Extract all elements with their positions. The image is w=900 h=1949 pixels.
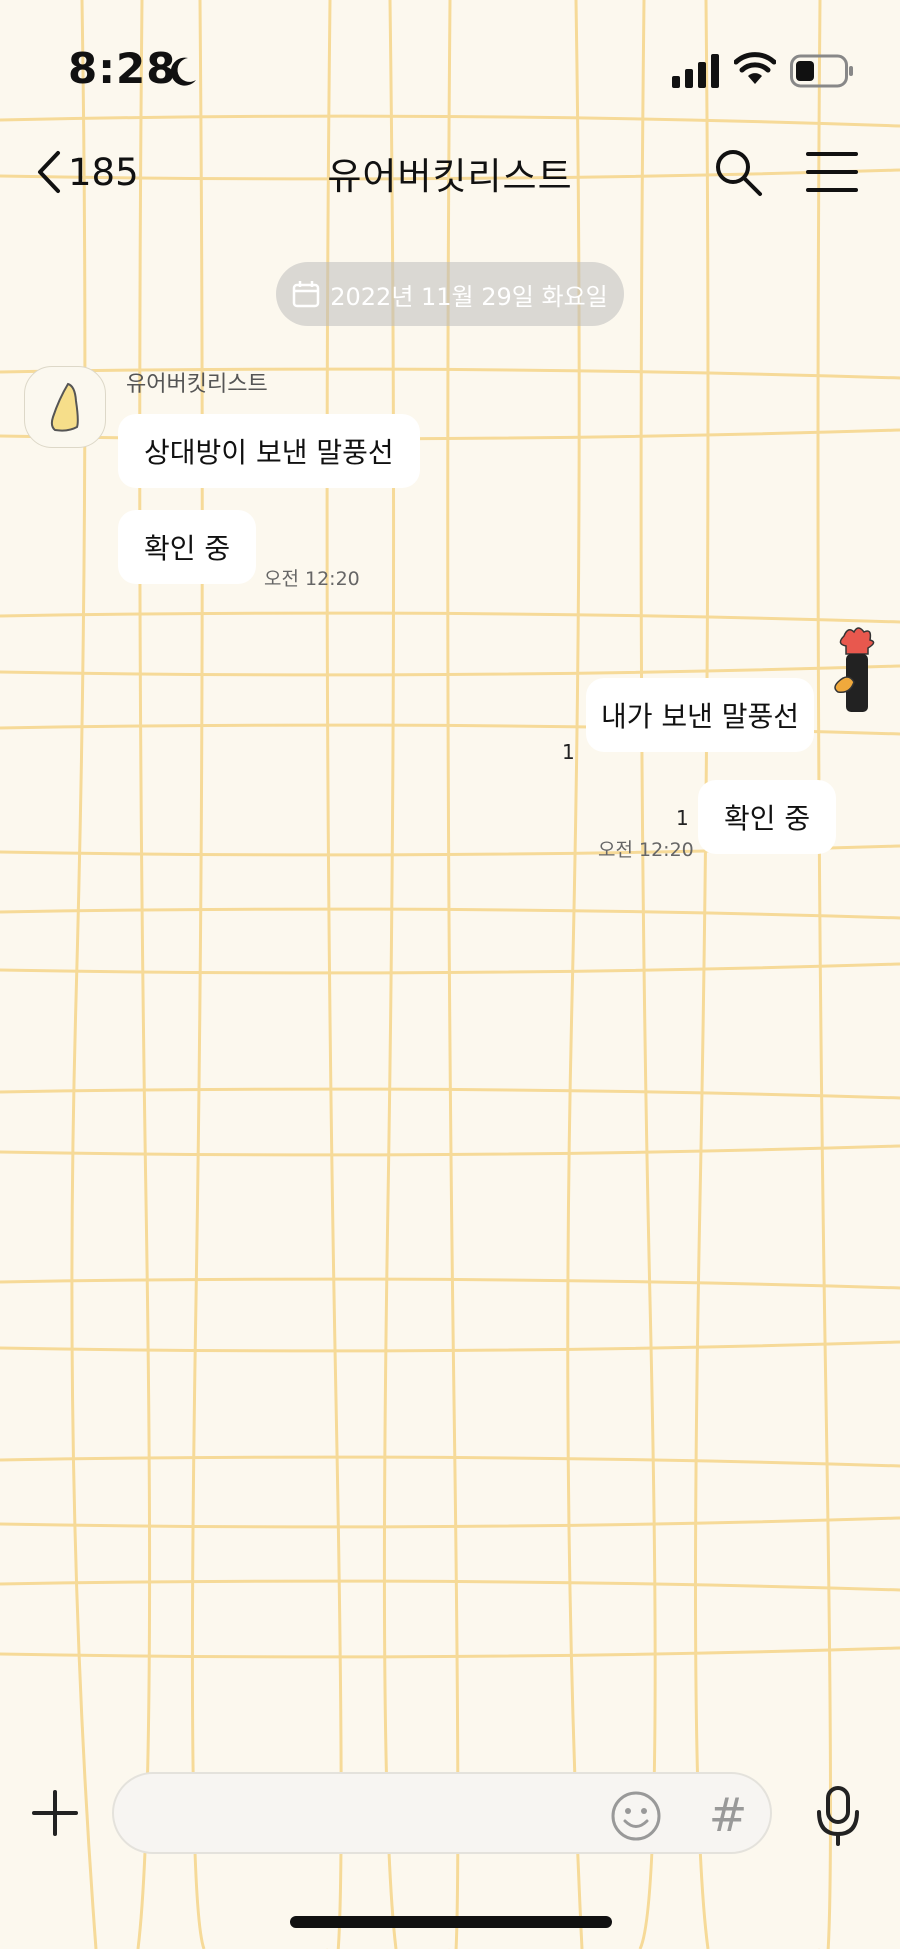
cellular-signal-icon — [672, 54, 719, 88]
emoji-icon[interactable] — [610, 1790, 662, 1842]
date-divider: 2022년 11월 29일 화요일 — [276, 262, 624, 326]
profile-character-icon — [50, 382, 79, 432]
sticker-character-icon — [834, 627, 875, 712]
back-button[interactable]: 185 — [36, 146, 139, 198]
received-message-bubble[interactable]: 상대방이 보낸 말풍선 — [118, 414, 420, 488]
hamburger-menu-icon[interactable] — [806, 150, 858, 194]
message-timestamp: 오전 12:20 — [264, 568, 360, 590]
unread-indicator: 1 — [562, 740, 575, 764]
sender-avatar[interactable] — [24, 366, 106, 448]
battery-icon — [790, 54, 853, 88]
wifi-icon — [734, 52, 776, 84]
status-time: 8:28 — [68, 44, 177, 93]
plus-icon[interactable] — [32, 1790, 78, 1836]
home-indicator[interactable] — [290, 1916, 612, 1928]
received-message-bubble[interactable]: 확인 중 — [118, 510, 257, 584]
sent-message-bubble[interactable]: 확인 중 — [698, 780, 837, 854]
sender-name: 유어버킷리스트 — [126, 372, 268, 397]
sent-message-bubble[interactable]: 내가 보낸 말풍선 — [586, 678, 814, 752]
unread-chat-count: 185 — [68, 150, 139, 194]
message-timestamp: 오전 12:20 — [598, 839, 694, 861]
microphone-icon[interactable] — [814, 1786, 862, 1846]
calendar-icon — [292, 281, 320, 308]
chevron-left-icon — [38, 151, 60, 193]
moon-icon — [170, 57, 196, 86]
unread-indicator: 1 — [676, 806, 689, 830]
date-text: 2022년 11월 29일 화요일 — [330, 282, 608, 311]
search-icon[interactable] — [712, 146, 764, 198]
hashtag-search-button[interactable]: # — [706, 1788, 750, 1842]
message-input[interactable] — [138, 1788, 602, 1840]
chat-title: 유어버킷리스트 — [327, 155, 573, 198]
message-input-box[interactable] — [112, 1772, 772, 1854]
